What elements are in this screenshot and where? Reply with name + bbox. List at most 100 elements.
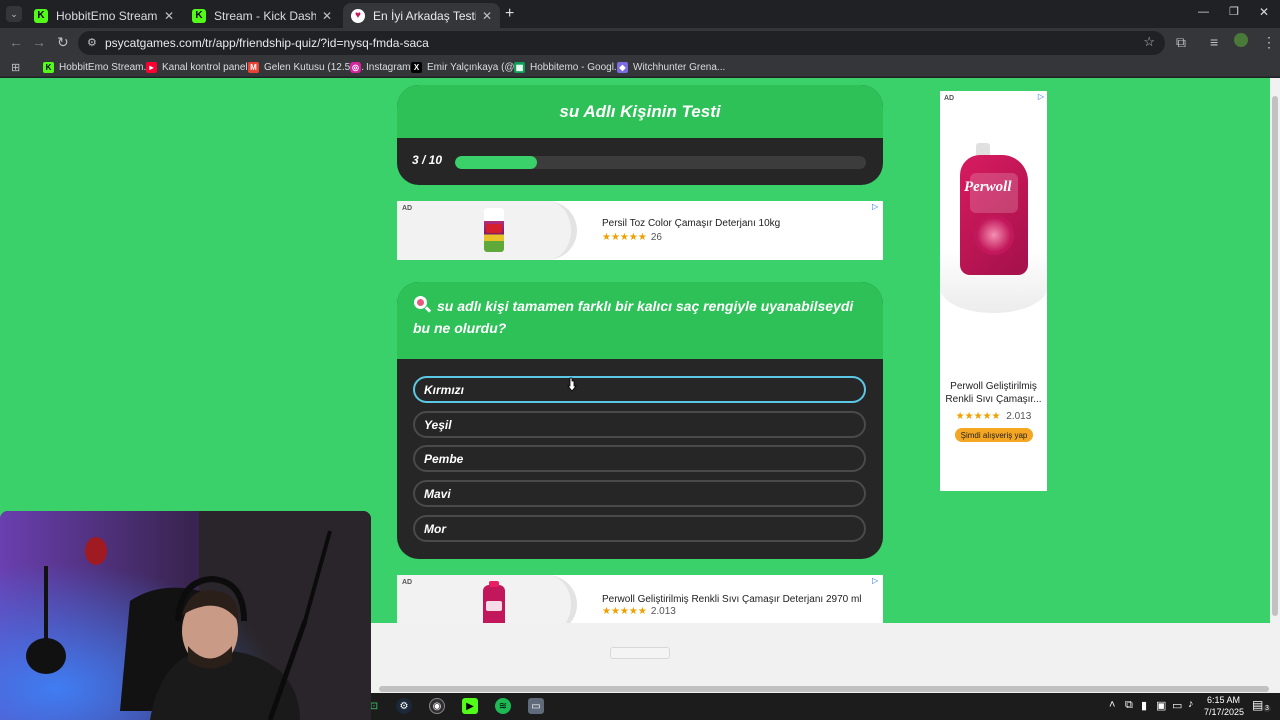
apps-icon[interactable]: ⊞	[11, 59, 20, 75]
ad-banner-persil[interactable]: AD ▷ Persil Toz Color Çamaşır Deterjanı …	[397, 201, 883, 260]
bookmark-kanal[interactable]: ▸ Kanal kontrol paneli...	[146, 59, 258, 75]
obs-icon[interactable]: ◉	[429, 698, 445, 714]
rating-count: 26	[650, 232, 662, 243]
bookmark-label: HobbitEmo Stream...	[59, 61, 152, 73]
bookmark-label: Hobbitemo - Googl...	[530, 61, 623, 73]
tab-title: Stream - Kick Dashboard	[214, 8, 316, 23]
app-window-icon[interactable]: ▭	[528, 698, 544, 714]
new-tab-button[interactable]: +	[505, 5, 514, 23]
bookmark-instagram[interactable]: ◎ Instagram	[350, 59, 410, 75]
gmail-icon: M	[248, 61, 259, 73]
answer-label: Mavi	[424, 486, 451, 501]
horizontal-scrollbar[interactable]	[371, 685, 1280, 693]
forward-icon[interactable]: →	[32, 34, 46, 50]
restore-button[interactable]: ❐	[1229, 5, 1239, 18]
bookmark-sheets[interactable]: ▦ Hobbitemo - Googl...	[514, 59, 622, 75]
answer-label: Mor	[424, 521, 446, 536]
ad-label: AD	[402, 579, 413, 586]
ad-title: Persil Toz Color Çamaşır Deterjanı 10kg	[602, 218, 781, 229]
url-text: psycatgames.com/tr/app/friendship-quiz/?…	[105, 36, 429, 50]
adchoices-icon[interactable]: ▷	[1038, 92, 1044, 101]
magnifier-icon	[413, 296, 432, 314]
close-icon[interactable]: ✕	[482, 9, 492, 23]
ad-label: AD	[944, 95, 955, 102]
minimize-button[interactable]: —	[1198, 6, 1209, 18]
clock-date[interactable]: 7/17/2025	[1204, 707, 1244, 717]
bookmark-witchhunter[interactable]: ◆ Witchhunter Grena...	[617, 59, 725, 75]
webcam-overlay	[0, 511, 371, 720]
rating-stars: ★★★★★	[602, 606, 647, 617]
quiz-header-card: su Adlı Kişinin Testi 3 / 10	[397, 85, 883, 185]
shield-icon: ◆	[617, 61, 628, 73]
rating-stars: ★★★★★	[602, 232, 647, 243]
back-icon[interactable]: ←	[9, 34, 23, 50]
answer-label: Pembe	[424, 451, 464, 466]
steam-icon[interactable]: ⚙	[396, 698, 412, 714]
rating-count: 2.013	[1006, 411, 1032, 422]
footer-placeholder	[610, 647, 670, 659]
scrollbar-thumb[interactable]	[1272, 96, 1278, 616]
webcam-feed-image	[0, 511, 371, 720]
question-card: su adlı kişi tamamen farklı bir kalıcı s…	[397, 282, 883, 559]
bookmark-label: Kanal kontrol paneli...	[162, 61, 259, 73]
page-scrollbar[interactable]	[1270, 78, 1280, 623]
side-ad-rating: ★★★★★ 2.013	[940, 411, 1047, 422]
answer-option-1[interactable]: Kırmızı	[413, 376, 866, 403]
microphone-icon[interactable]: ▮	[1141, 699, 1147, 712]
youtube-icon: ▸	[146, 61, 157, 73]
progress-label: 3 / 10	[412, 153, 443, 167]
volume-icon[interactable]: ♪	[1188, 698, 1194, 710]
tab-strip: ⌄ K HobbitEmo Stream - Watch Live ✕ K St…	[0, 0, 1280, 28]
ad-banner-perwoll[interactable]: AD ▷ Perwoll Geliştirilmiş Renkli Sıvı Ç…	[397, 575, 883, 623]
adchoices-icon[interactable]: ▷	[872, 202, 880, 211]
reload-icon[interactable]: ↻	[57, 34, 69, 51]
address-bar[interactable]: ⚙ psycatgames.com/tr/app/friendship-quiz…	[78, 31, 1165, 55]
notification-icon[interactable]: ▤	[1252, 698, 1263, 712]
close-icon[interactable]: ✕	[322, 9, 332, 23]
network-icon[interactable]: ▭	[1172, 699, 1182, 712]
sheets-icon: ▦	[514, 61, 525, 73]
answer-option-4[interactable]: Mavi	[413, 480, 866, 507]
ad-rating: ★★★★★ 2.013	[602, 606, 676, 617]
bookmark-hobbitemo[interactable]: K HobbitEmo Stream...	[43, 59, 152, 75]
bookmark-x[interactable]: X Emir Yalçınkaya (@...	[411, 59, 523, 75]
extensions-icon[interactable]: ⧉	[1176, 34, 1186, 51]
adchoices-icon[interactable]: ▷	[872, 576, 880, 585]
persil-product-image	[484, 208, 504, 252]
horizontal-scrollbar-thumb[interactable]	[379, 686, 1269, 692]
tab-friendship-quiz[interactable]: ♥ En İyi Arkadaş Testi: Arkadaşlarını ✕	[343, 3, 500, 28]
answer-option-3[interactable]: Pembe	[413, 445, 866, 472]
profile-avatar[interactable]	[1234, 33, 1248, 47]
quiz-title: su Adlı Kişinin Testi	[397, 85, 883, 138]
site-info-icon[interactable]: ⚙	[87, 36, 97, 49]
clock-time[interactable]: 6:15 AM	[1207, 695, 1240, 705]
rating-count: 2.013	[650, 606, 676, 617]
kick-studio-icon[interactable]: ▶	[462, 698, 478, 714]
perwoll-bottle-image: Perwoll	[940, 103, 1047, 313]
tray-chevron-icon[interactable]: ˄	[1109, 699, 1115, 711]
media-icon[interactable]: ≡	[1210, 34, 1218, 50]
progress-fill	[455, 156, 538, 169]
bookmark-star-icon[interactable]: ☆	[1143, 34, 1155, 50]
tab-kick-dashboard[interactable]: K Stream - Kick Dashboard ✕	[184, 3, 340, 28]
question-text: su adlı kişi tamamen farklı bir kalıcı s…	[413, 298, 854, 336]
ad-rating: ★★★★★ 26	[602, 232, 662, 243]
spotify-icon[interactable]: ≋	[495, 698, 511, 714]
close-icon[interactable]: ✕	[164, 9, 174, 23]
mouse-cursor	[567, 377, 577, 392]
tab-hobbitemo-stream[interactable]: K HobbitEmo Stream - Watch Live ✕	[26, 3, 182, 28]
instagram-icon: ◎	[350, 61, 361, 73]
ad-side-perwoll[interactable]: AD ▷ Perwoll Perwoll Geliştirilmiş Renkl…	[940, 91, 1047, 491]
tab-search-button[interactable]: ⌄	[6, 6, 22, 22]
menu-icon[interactable]: ⋮	[1262, 34, 1276, 51]
tray-app-icon[interactable]: ⧉	[1125, 699, 1133, 712]
shop-now-button[interactable]: Şimdi alışveriş yap	[955, 428, 1033, 442]
answer-option-2[interactable]: Yeşil	[413, 411, 866, 438]
bookmark-gmail[interactable]: M Gelen Kutusu (12.50...	[248, 59, 364, 75]
ad-title: Perwoll Geliştirilmiş Renkli Sıvı Çamaşı…	[602, 594, 862, 605]
answer-label: Yeşil	[424, 417, 452, 432]
answer-option-5[interactable]: Mor	[413, 515, 866, 542]
close-window-button[interactable]: ✕	[1259, 5, 1269, 19]
bookmark-label: Witchhunter Grena...	[633, 61, 726, 73]
display-icon[interactable]: ▣	[1156, 699, 1166, 712]
